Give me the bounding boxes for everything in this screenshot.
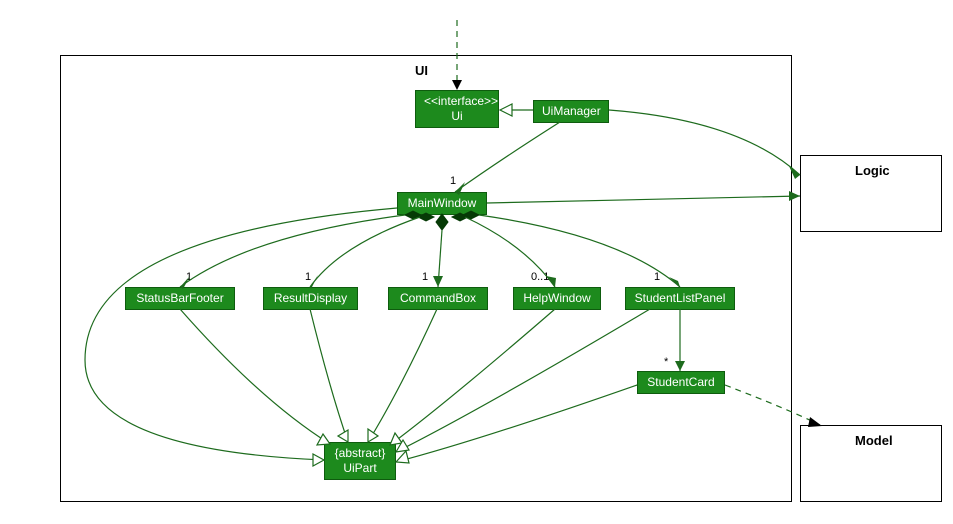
edge-mainwindow-to-logic [487, 196, 800, 203]
tri-studentcard-gen [396, 451, 409, 463]
tri-result-gen [338, 430, 348, 442]
tri-status-gen [317, 434, 330, 445]
edge-mainwindow-to-status [180, 215, 405, 287]
edge-mainwindow-to-help [465, 217, 555, 287]
edge-command-gen [368, 309, 437, 442]
arrowhead-mainwindow-to-status [180, 276, 190, 289]
edge-uimanager-to-mainwindow [455, 122, 560, 192]
arrowhead-mainwindow-to-help [546, 276, 556, 287]
edge-studentcard-gen [396, 385, 637, 462]
arrowhead-uimanager-to-mainwindow [455, 182, 465, 195]
edge-mainwindow-to-slp [479, 215, 680, 287]
arrowhead-studentcard-to-model [808, 417, 822, 427]
tri-mainwindow-gen [313, 454, 324, 466]
arrowhead-uimanager-realizes-ui [500, 104, 512, 116]
edge-studentcard-to-model [725, 385, 820, 425]
diamond-composition-center [436, 214, 448, 230]
edge-mainwindow-gen-uipart [85, 208, 397, 460]
arrowhead-uimanager-to-logic [789, 166, 800, 179]
tri-help-gen [390, 433, 402, 445]
arrowhead-external-to-ui [452, 80, 462, 90]
tri-command-gen [368, 429, 378, 442]
edge-uimanager-to-logic [609, 110, 800, 175]
arrowhead-slp-to-studentcard [675, 361, 685, 371]
arrowhead-mainwindow-to-logic [789, 191, 800, 201]
edge-mainwindow-to-result [310, 217, 420, 287]
edge-status-gen [180, 309, 330, 444]
edge-result-gen [310, 309, 348, 442]
arrowhead-mainwindow-to-command [433, 276, 443, 287]
edge-help-gen [390, 309, 555, 445]
edge-slp-gen [396, 309, 650, 452]
edges-layer [0, 0, 953, 524]
arrowhead-mainwindow-to-result [310, 275, 318, 289]
